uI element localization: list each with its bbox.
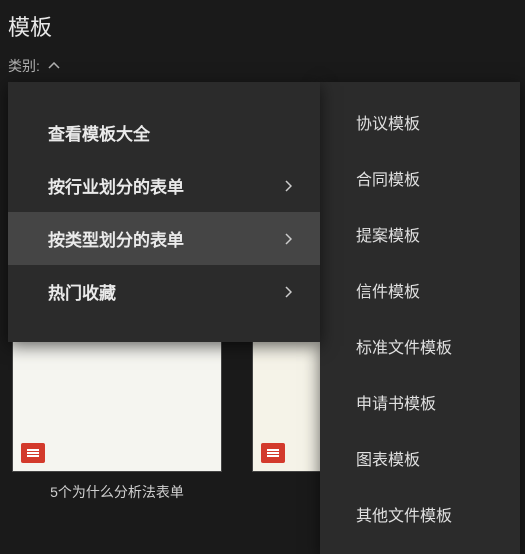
flyout-item-label: 其他文件模板 (356, 508, 452, 525)
chevron-up-icon (48, 60, 60, 72)
chevron-right-icon (284, 286, 292, 298)
dropdown-item-by-type[interactable]: 按类型划分的表单 (8, 212, 320, 265)
flyout-item-standard-doc[interactable]: 标准文件模板 (320, 318, 520, 374)
flyout-item-label: 提案模板 (356, 228, 420, 245)
flyout-item-label: 协议模板 (356, 116, 420, 133)
dropdown-item-browse-all[interactable]: 查看模板大全 (8, 106, 320, 159)
flyout-item-label: 申请书模板 (356, 396, 436, 413)
flyout-item-label: 图表模板 (356, 452, 420, 469)
category-dropdown: 查看模板大全 按行业划分的表单 按类型划分的表单 热门收藏 (8, 82, 320, 342)
flyout-item-contract[interactable]: 合同模板 (320, 150, 520, 206)
type-flyout-menu: 协议模板 合同模板 提案模板 信件模板 标准文件模板 申请书模板 图表模板 其他… (320, 82, 520, 554)
category-label: 类别: (8, 56, 40, 76)
dropdown-item-popular[interactable]: 热门收藏 (8, 265, 320, 318)
document-badge-icon (21, 443, 45, 463)
flyout-item-label: 信件模板 (356, 284, 420, 301)
document-badge-icon (261, 443, 285, 463)
flyout-item-letter[interactable]: 信件模板 (320, 262, 520, 318)
flyout-item-chart[interactable]: 图表模板 (320, 430, 520, 486)
dropdown-item-label: 查看模板大全 (48, 120, 150, 145)
dropdown-item-label: 热门收藏 (48, 279, 116, 304)
flyout-item-application[interactable]: 申请书模板 (320, 374, 520, 430)
chevron-right-icon (284, 233, 292, 245)
dropdown-item-label: 按行业划分的表单 (48, 173, 184, 198)
dropdown-item-by-industry[interactable]: 按行业划分的表单 (8, 159, 320, 212)
template-name: 5个为什么分析法表单 (12, 482, 222, 502)
flyout-item-other-doc[interactable]: 其他文件模板 (320, 486, 520, 542)
flyout-item-proposal[interactable]: 提案模板 (320, 206, 520, 262)
chevron-right-icon (284, 180, 292, 192)
category-selector[interactable]: 类别: (0, 50, 525, 82)
flyout-item-label: 标准文件模板 (356, 340, 452, 357)
flyout-item-agreement[interactable]: 协议模板 (320, 94, 520, 150)
flyout-item-label: 合同模板 (356, 172, 420, 189)
dropdown-item-label: 按类型划分的表单 (48, 226, 184, 251)
page-title: 模板 (8, 10, 517, 42)
